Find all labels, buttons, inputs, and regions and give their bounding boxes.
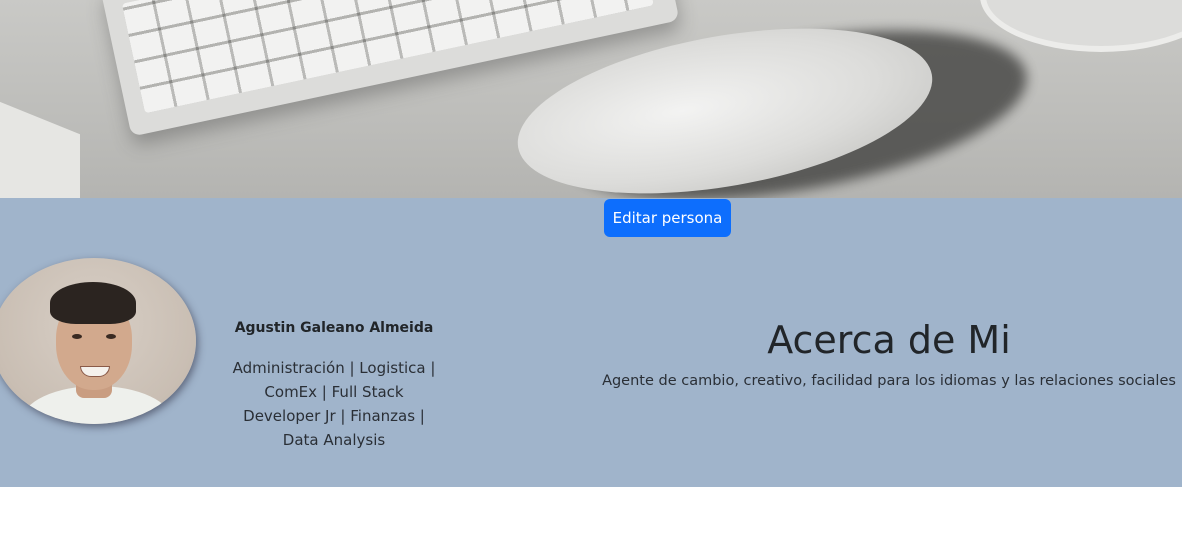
edit-person-button[interactable]: Editar persona <box>604 199 731 237</box>
profile-title: Administración | Logistica | ComEx | Ful… <box>232 359 436 449</box>
profile-name: Agustin Galeano Almeida <box>234 320 434 336</box>
about-me-heading: Acerca de Mi <box>767 318 1011 362</box>
about-me-section: Acerca de Mi Agente de cambio, creativo,… <box>600 316 1178 392</box>
cup-image <box>980 0 1182 52</box>
desk-surface <box>0 85 80 198</box>
profile-section: Editar persona Agustin Galeano Almeida A… <box>0 198 1182 487</box>
about-me-description: Agente de cambio, creativo, facilidad pa… <box>602 373 1176 389</box>
header-banner-image <box>0 0 1182 198</box>
profile-avatar <box>0 258 196 424</box>
profile-info: Agustin Galeano Almeida Administración |… <box>226 316 442 452</box>
